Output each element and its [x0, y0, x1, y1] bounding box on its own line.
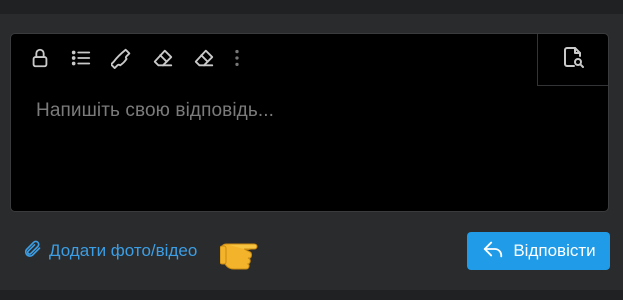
reply-button-label: Відповісти: [513, 241, 596, 260]
phone-icon: [110, 47, 133, 74]
document-search-icon: [561, 45, 585, 74]
lock-button[interactable]: [27, 47, 53, 73]
editor-toolbar: [11, 34, 539, 86]
eraser-button-2[interactable]: [191, 47, 217, 73]
list-icon: [70, 47, 92, 74]
phone-button[interactable]: [109, 47, 135, 73]
reply-text-input[interactable]: Напишіть свою відповідь...: [36, 100, 588, 122]
attach-media-link[interactable]: Додати фото/відео: [22, 238, 197, 264]
eraser-icon: [152, 47, 174, 74]
bottom-strip: [0, 290, 623, 300]
attach-media-label: Додати фото/відео: [49, 241, 198, 260]
reply-editor[interactable]: Напишіть свою відповідь...: [10, 33, 609, 212]
more-options-button[interactable]: [232, 47, 242, 73]
list-button[interactable]: [68, 47, 94, 73]
reply-icon: [481, 238, 513, 265]
more-vertical-icon: [226, 47, 248, 74]
top-strip: [0, 0, 623, 14]
eraser-icon: [193, 47, 215, 74]
lock-icon: [29, 47, 51, 74]
preview-button[interactable]: [537, 34, 608, 86]
reply-button[interactable]: Відповісти: [467, 232, 610, 270]
eraser-button[interactable]: [150, 47, 176, 73]
pointing-hand-icon: [219, 234, 270, 270]
paperclip-icon: [22, 238, 49, 265]
